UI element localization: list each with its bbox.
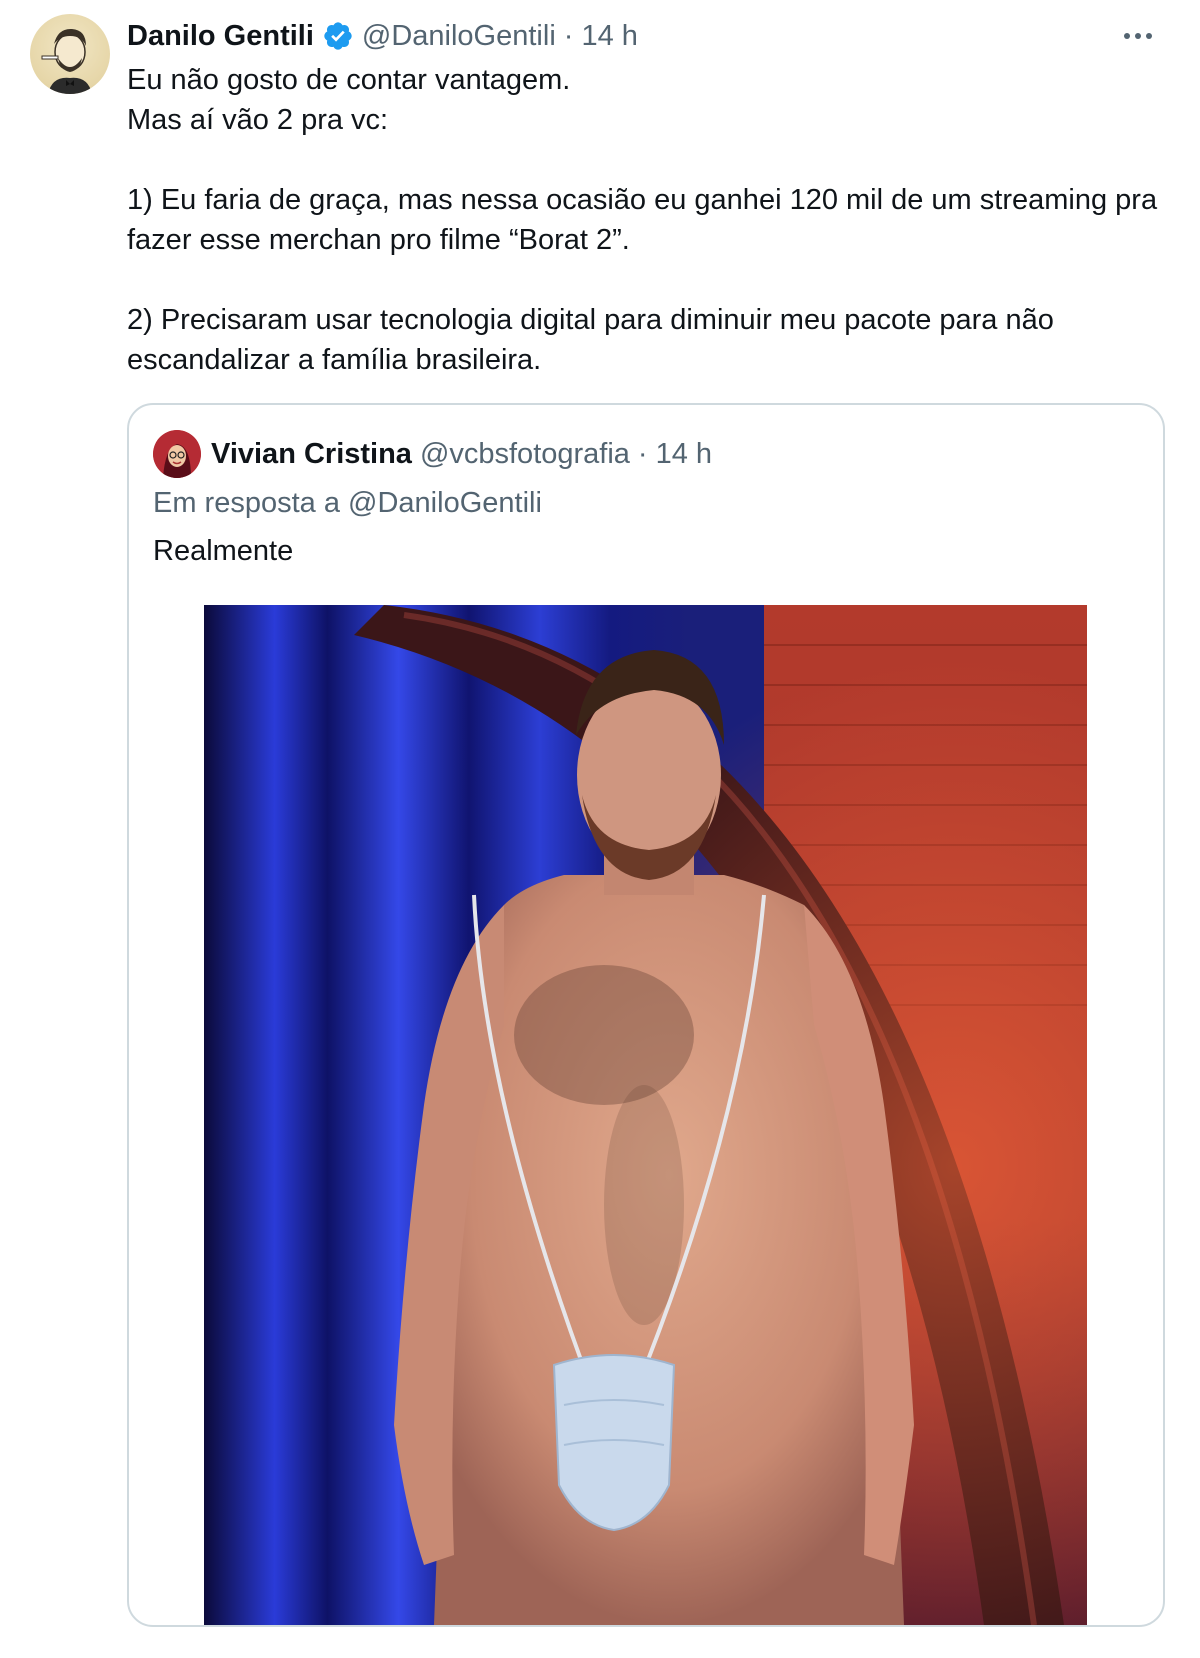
tweet-line: 2) Precisaram usar tecnologia digital pa… xyxy=(127,304,1054,376)
more-options-icon[interactable] xyxy=(1116,20,1160,52)
author-name[interactable]: Danilo Gentili xyxy=(127,20,314,53)
quoted-tweet-photo[interactable] xyxy=(204,605,1087,1625)
author-handle[interactable]: @DaniloGentili xyxy=(362,20,556,53)
tweet-line: 1) Eu faria de graça, mas nessa ocasião … xyxy=(127,184,1158,256)
tweet-timestamp[interactable]: 14 h xyxy=(581,20,637,53)
quoted-author-avatar[interactable] xyxy=(153,430,201,478)
tweet-text: Eu não gosto de contar vantagem. Mas aí … xyxy=(127,60,1167,380)
tweet-header: Danilo Gentili @DaniloGentili · 14 h xyxy=(127,14,638,58)
quoted-tweet-card[interactable]: Vivian Cristina @vcbsfotografia · 14 h E… xyxy=(127,403,1165,1627)
quoted-separator-dot: · xyxy=(637,437,648,470)
quoted-author-name[interactable]: Vivian Cristina xyxy=(211,438,412,471)
separator-dot: · xyxy=(563,19,574,52)
quoted-author-handle[interactable]: @vcbsfotografia xyxy=(420,438,630,471)
reply-prefix: Em resposta a xyxy=(153,487,340,519)
tweet-line: Mas aí vão 2 pra vc: xyxy=(127,104,389,136)
reply-context: Em resposta a @DaniloGentili xyxy=(153,487,542,520)
verified-badge-icon[interactable] xyxy=(322,20,354,52)
quoted-tweet-text: Realmente xyxy=(153,535,294,567)
quoted-tweet-header: Vivian Cristina @vcbsfotografia · 14 h xyxy=(153,429,712,479)
author-avatar[interactable] xyxy=(30,14,110,94)
reply-mention-link[interactable]: @DaniloGentili xyxy=(348,487,542,519)
action-bar-partial xyxy=(0,1644,1200,1658)
tweet-line: Eu não gosto de contar vantagem. xyxy=(127,64,571,96)
quoted-timestamp[interactable]: 14 h xyxy=(656,438,712,471)
